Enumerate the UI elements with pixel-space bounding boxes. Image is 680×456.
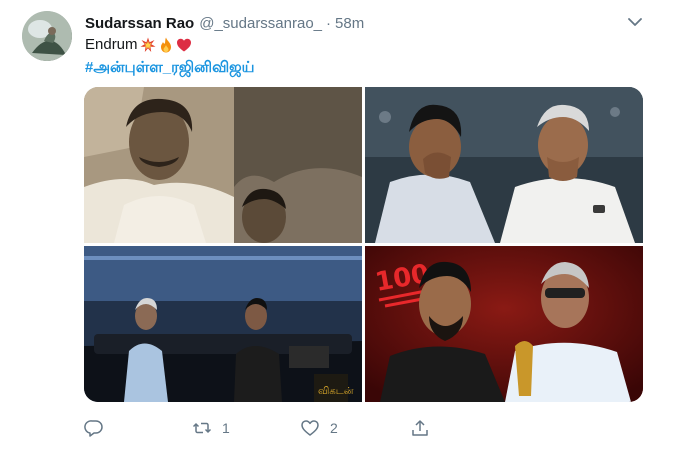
like-count: 2 [330,420,338,436]
like-button[interactable]: 2 [300,418,338,438]
share-button[interactable] [410,418,430,438]
collision-emoji-icon [140,37,156,53]
tweet-header: Sudarssan Rao @_sudarssanrao_ · 58m [85,12,364,34]
photo-2[interactable] [365,87,643,243]
photo-3[interactable]: விகடன் [84,246,362,402]
chevron-down-icon[interactable] [625,12,645,32]
author-name[interactable]: Sudarssan Rao [85,15,194,32]
retweet-button[interactable]: 1 [192,418,230,438]
avatar[interactable] [22,11,72,61]
media-grid: விகடன் 100 [84,87,643,402]
tweet-actions: 1 2 [84,418,644,442]
retweet-count: 1 [222,420,230,436]
photo-1[interactable] [84,87,362,243]
separator-dot: · [326,14,332,32]
tweet-text: Endrum [85,36,192,53]
photo-4[interactable]: 100 [365,246,643,402]
reply-button[interactable] [84,418,104,438]
tweet-time[interactable]: 58m [335,15,364,32]
svg-text:விகடன்: விகடன் [318,386,354,397]
reply-icon [84,418,104,438]
hashtag-link[interactable]: #அன்புள்ள_ரஜினிவிஜய் [85,59,255,78]
tweet[interactable]: Sudarssan Rao @_sudarssanrao_ · 58m Endr… [0,0,680,456]
share-icon [410,418,430,438]
tweet-text-content: Endrum [85,36,138,53]
heart-icon [300,418,320,438]
fire-emoji-icon [158,37,174,53]
red-heart-emoji-icon [176,37,192,53]
retweet-icon [192,418,212,438]
author-handle[interactable]: @_sudarssanrao_ [199,15,322,32]
